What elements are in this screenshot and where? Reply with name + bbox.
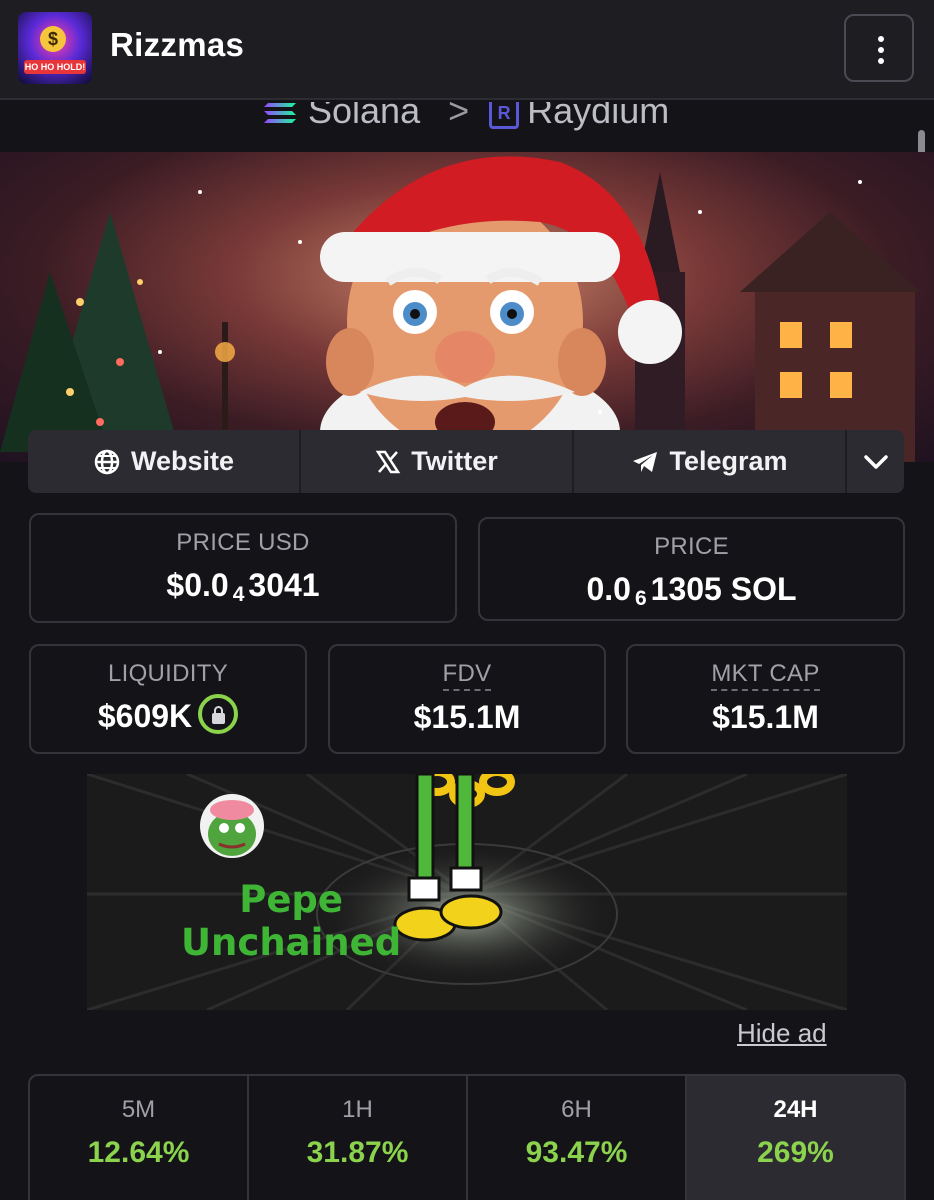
hide-ad-link[interactable]: Hide ad [737,1018,827,1049]
tab-5m-change: 12.64% [87,1136,190,1169]
logo-badge: HO HO HOLD! [24,60,86,74]
tab-1h-change: 31.87% [306,1136,409,1169]
price-usd-value: $0.0 4 3041 [166,567,320,606]
liquidity-lock-icon[interactable] [198,694,239,734]
breadcrumb-chain[interactable]: Solana [308,102,420,131]
fdv-value: $15.1M [413,699,521,735]
ad-title-line1: Pepe [239,878,344,921]
logo-dollar-symbol: $ [40,26,66,52]
more-menu-button[interactable] [844,14,914,82]
price-native-value: 0.0 6 1305 SOL [586,571,797,610]
token-logo: $ HO HO HOLD! [18,12,92,84]
fdv-card: FDV $15.1M [328,644,606,754]
telegram-button[interactable]: Telegram [574,430,847,493]
top-bar: $ HO HO HOLD! Rizzmas [0,0,934,100]
tab-6h[interactable]: 6H 93.47% [468,1076,687,1200]
twitter-label: Twitter [411,446,498,476]
raydium-icon: R [489,102,520,130]
globe-icon [94,449,120,474]
tab-1h[interactable]: 1H 31.87% [249,1076,468,1200]
twitter-button[interactable]: Twitter [301,430,574,493]
solana-icon [264,103,296,124]
price-usd-card: PRICE USD $0.0 4 3041 [29,513,457,623]
price-native-card: PRICE 0.0 6 1305 SOL [478,517,905,621]
price-native-label: PRICE [654,533,729,560]
website-button[interactable]: Website [28,430,301,493]
tab-6h-change: 93.47% [525,1136,628,1169]
liquidity-value: $609K [97,698,193,734]
tab-24h-change: 269% [757,1136,834,1169]
breadcrumb-separator: > [448,102,470,131]
liquidity-card: LIQUIDITY $609K [29,644,307,754]
mkt-cap-card: MKT CAP $15.1M [626,644,905,754]
fdv-label[interactable]: FDV [442,660,492,691]
ad-title-line2: Unchained [181,921,402,964]
x-logo-icon [375,450,401,473]
tab-24h-period: 24H [773,1096,818,1123]
breadcrumb-dex[interactable]: Raydium [527,102,669,131]
mkt-cap-value: $15.1M [712,699,819,735]
telegram-icon [633,451,658,472]
price-change-tabs: 5M 12.64% 1H 31.87% 6H 93.47% 24H 269% [28,1074,906,1200]
liquidity-label: LIQUIDITY [107,660,229,687]
ad-banner[interactable]: Pepe Unchained [87,774,847,1010]
price-usd-label: PRICE USD [176,529,310,556]
tab-24h[interactable]: 24H 269% [687,1076,904,1200]
tab-5m-period: 5M [121,1096,156,1123]
token-banner-image [0,152,934,462]
tab-1h-period: 1H [342,1096,373,1123]
telegram-label: Telegram [669,446,788,476]
breadcrumb: Solana > R Raydium [0,102,934,152]
token-title: Rizzmas [110,26,245,63]
mkt-cap-label[interactable]: MKT CAP [711,660,820,691]
santa-banner-illustration [0,156,920,462]
website-label: Website [130,446,235,476]
tab-5m[interactable]: 5M 12.64% [30,1076,249,1200]
liquidity-value-row: $609K [31,694,305,735]
ad-title: Pepe Unchained [181,878,401,964]
tab-6h-period: 6H [561,1096,592,1123]
chevron-down-icon [863,454,888,469]
social-links-bar: Website Twitter Telegram [28,430,904,493]
more-links-dropdown[interactable] [847,430,904,493]
more-vertical-icon [878,36,884,64]
